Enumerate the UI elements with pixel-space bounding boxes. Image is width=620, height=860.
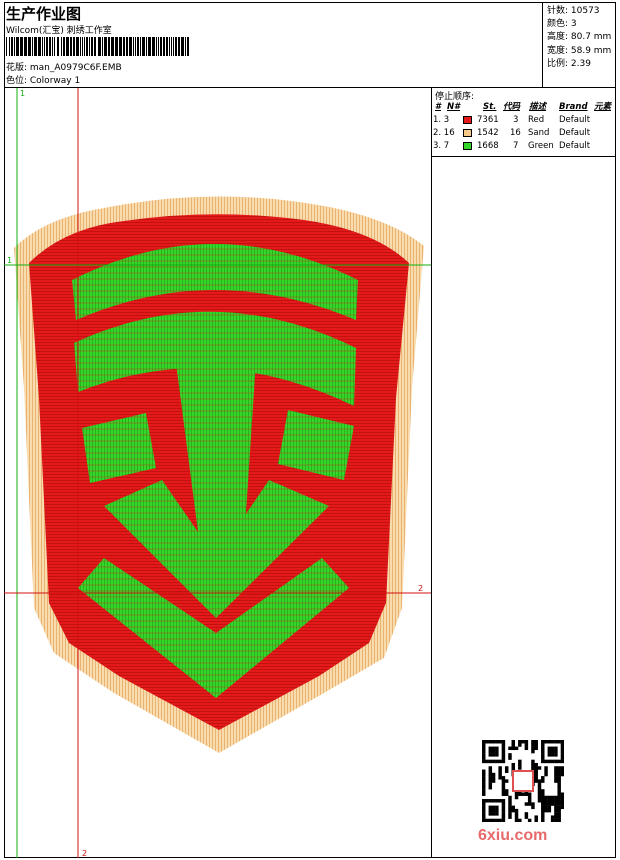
guide-label: 2: [82, 849, 87, 858]
software-label: Wilcom(汇宝) 刺绣工作室: [6, 26, 112, 36]
col-header: St.: [483, 102, 497, 112]
watermark: 6xiu.com: [478, 827, 548, 844]
color-swatch: [463, 116, 472, 124]
col-header: 元素: [594, 102, 612, 112]
row-code: 7: [513, 141, 519, 151]
design-height: 高度: 80.7 mm: [547, 32, 612, 43]
row-stitches: 7361: [477, 115, 499, 125]
row-index: 3. 7: [433, 141, 450, 151]
row-description: Red: [528, 115, 545, 125]
row-stitches: 1542: [477, 128, 499, 138]
guide-label: 2: [418, 584, 423, 593]
qr-code: [482, 740, 564, 822]
color-swatch: [463, 129, 472, 137]
colorway-label: 色位: Colorway 1: [6, 76, 81, 86]
row-index: 1. 3: [433, 115, 450, 125]
row-index: 2. 16: [433, 128, 455, 138]
col-header: N#: [447, 102, 461, 112]
row-brand: Default: [559, 115, 591, 125]
design-scale: 比例: 2.39: [547, 58, 591, 69]
row-description: Sand: [528, 128, 550, 138]
row-stitches: 1668: [477, 141, 499, 151]
design-file-label: 花版: man_A0979C6F.EMB: [6, 63, 122, 73]
col-header: 代码: [503, 102, 521, 112]
guide-label: 1: [20, 89, 25, 98]
design-width: 宽度: 58.9 mm: [547, 45, 612, 56]
color-swatch: [463, 142, 472, 150]
barcode: [6, 37, 189, 56]
row-code: 16: [510, 128, 521, 138]
page-title: 生产作业图: [6, 5, 82, 23]
stats-panel: 针数: 10573 颜色: 3 高度: 80.7 mm 宽度: 58.9 mm …: [542, 2, 616, 88]
col-header: Brand: [559, 102, 588, 112]
row-description: Green: [528, 141, 554, 151]
color-count: 颜色: 3: [547, 19, 577, 30]
row-code: 3: [513, 115, 519, 125]
stitch-count: 针数: 10573: [547, 6, 600, 16]
panel-divider: [432, 156, 616, 157]
guide-label: 1: [7, 256, 12, 265]
embroidery-design: 1 2 1 2: [4, 88, 431, 858]
col-header: 描述: [529, 102, 547, 112]
row-brand: Default: [559, 141, 591, 151]
row-brand: Default: [559, 128, 591, 138]
col-header: #: [435, 102, 441, 112]
